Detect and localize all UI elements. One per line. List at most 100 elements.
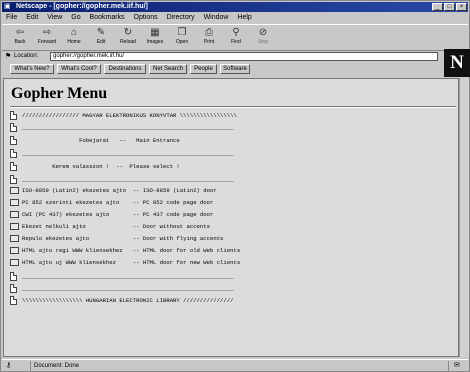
browser-window: ▣ Netscape - [gopher://gopher.mek.iif.hu…: [0, 0, 470, 372]
gopher-folder-item[interactable]: HTML ajto uj WWW kliensekhez -- HTML doo…: [10, 258, 450, 270]
gopher-item-label: CWI (PC 437) ekezetes ajto -- PC 437 cod…: [22, 211, 214, 218]
edit-button[interactable]: ✎ Edit: [89, 27, 113, 47]
bookmark-icon[interactable]: ⚑: [5, 52, 11, 60]
gopher-item-label: ________________________________________…: [22, 273, 234, 280]
directory-buttons: What's New? What's Cool? Destinations Ne…: [2, 64, 442, 76]
whats-new-button[interactable]: What's New?: [10, 64, 54, 74]
folder-icon: [10, 211, 19, 218]
menu-bookmarks[interactable]: Bookmarks: [90, 14, 125, 21]
gopher-item[interactable]: ________________________________________…: [10, 123, 450, 135]
netscape-app-icon[interactable]: ▣: [4, 3, 13, 11]
print-button[interactable]: ⎙ Print: [197, 27, 221, 47]
gopher-item[interactable]: \\\\\\\\\\\\\\\\\\ HUNGARIAN ELECTRONIC …: [10, 296, 450, 308]
software-button[interactable]: Software: [220, 64, 250, 74]
status-text: Document: Done: [34, 363, 80, 369]
gopher-item-label: \\\\\\\\\\\\\\\\\\ HUNGARIAN ELECTRONIC …: [22, 297, 234, 304]
location-label: Location:: [14, 53, 39, 59]
images-button[interactable]: ▦ Images: [143, 27, 167, 47]
forward-arrow-icon: ⇨: [42, 27, 52, 38]
location-bar: ⚑ Location: gopher://gopher.mek.iif.hu/: [2, 51, 442, 63]
status-divider: [448, 361, 449, 371]
folder-icon: [10, 235, 19, 242]
divider: [10, 106, 456, 108]
pencil-icon: ✎: [96, 27, 106, 38]
find-button[interactable]: ⚲ Find: [224, 27, 248, 47]
gopher-item-label: HTML ajto regi WWW kliensekhez -- HTML d…: [22, 247, 241, 254]
find-icon: ⚲: [232, 27, 240, 38]
back-arrow-icon: ⇦: [15, 27, 25, 38]
gopher-item[interactable]: Fobejarat -- Main Entrance: [10, 136, 450, 148]
back-button[interactable]: ⇦ Back: [8, 27, 32, 47]
gopher-item-label: ISO-8859 (Latin2) ekezetes ajto -- ISO-8…: [22, 187, 217, 194]
document-icon: [10, 272, 17, 281]
reload-button[interactable]: ↻ Reload: [116, 27, 140, 47]
net-search-button[interactable]: Net Search: [149, 64, 187, 74]
gopher-item-label: Kerem valasszon ! -- Please select !: [22, 163, 180, 170]
print-icon: ⎙: [205, 27, 213, 38]
images-icon: ▦: [150, 27, 160, 38]
vertical-scrollbar[interactable]: [459, 78, 469, 357]
menu-bar: File Edit View Go Bookmarks Options Dire…: [2, 13, 468, 23]
gopher-item-label: ________________________________________…: [22, 285, 234, 292]
close-button[interactable]: ×: [456, 3, 467, 11]
gopher-item[interactable]: ________________________________________…: [10, 149, 450, 161]
folder-icon: [10, 223, 19, 230]
gopher-folder-item[interactable]: CWI (PC 437) ekezetes ajto -- PC 437 cod…: [10, 210, 450, 222]
gopher-folder-item[interactable]: Repulo ekezetes ajto -- Door with flying…: [10, 234, 450, 246]
gopher-item-label: Fobejarat -- Main Entrance: [22, 137, 180, 144]
status-divider: [30, 361, 31, 371]
menu-view[interactable]: View: [47, 14, 62, 21]
document-icon: [10, 136, 17, 145]
document-icon: [10, 111, 17, 120]
stop-icon: ⊘: [258, 27, 268, 38]
document-icon: [10, 296, 17, 305]
gopher-folder-item[interactable]: ISO-8859 (Latin2) ekezetes ajto -- ISO-8…: [10, 186, 450, 198]
gopher-item[interactable]: ________________________________________…: [10, 272, 450, 284]
folder-icon: [10, 259, 19, 266]
menu-options[interactable]: Options: [134, 14, 158, 21]
mail-icon[interactable]: ✉: [454, 360, 460, 372]
people-button[interactable]: People: [190, 64, 217, 74]
gopher-folder-item[interactable]: Ekezet nelkuli ajto -- Door without acce…: [10, 222, 450, 234]
menu-window[interactable]: Window: [204, 14, 229, 21]
menu-directory[interactable]: Directory: [167, 14, 195, 21]
gopher-item-label: ///////////////// MAGYAR ELEKTRONIKUS KO…: [22, 112, 237, 119]
whats-cool-button[interactable]: What's Cool?: [57, 64, 101, 74]
menu-help[interactable]: Help: [237, 14, 251, 21]
netscape-logo[interactable]: N: [444, 49, 470, 77]
gopher-item-label: ________________________________________…: [22, 150, 234, 157]
menu-go[interactable]: Go: [71, 14, 80, 21]
security-key-icon[interactable]: ⚷: [6, 360, 11, 372]
document-icon: [10, 284, 17, 293]
folder-icon: [10, 199, 19, 206]
destinations-button[interactable]: Destinations: [104, 64, 146, 74]
gopher-item-label: ________________________________________…: [22, 124, 234, 131]
gopher-item-label: Ekezet nelkuli ajto -- Door without acce…: [22, 223, 210, 230]
gopher-item-label: PC 852 szerinti ekezetes ajto -- PC 852 …: [22, 199, 214, 206]
minimize-button[interactable]: _: [432, 3, 443, 11]
forward-button[interactable]: ⇨ Forward: [35, 27, 59, 47]
open-button[interactable]: ❐ Open: [170, 27, 194, 47]
open-icon: ❐: [177, 27, 187, 38]
gopher-folder-item[interactable]: HTML ajto regi WWW kliensekhez -- HTML d…: [10, 246, 450, 258]
menu-edit[interactable]: Edit: [26, 14, 38, 21]
status-bar: ⚷ Document: Done ✉: [2, 359, 468, 372]
gopher-item-label: Repulo ekezetes ajto -- Door with flying…: [22, 235, 224, 242]
document-icon: [10, 162, 17, 171]
location-input[interactable]: gopher://gopher.mek.iif.hu/: [50, 52, 438, 61]
gopher-item[interactable]: ________________________________________…: [10, 284, 450, 296]
toolbar: ⇦ Back ⇨ Forward ⌂ Home ✎ Edit ↻ Reload ▦ Imag…: [2, 24, 468, 51]
folder-icon: [10, 247, 19, 254]
menu-file[interactable]: File: [6, 14, 17, 21]
document-icon: [10, 175, 17, 184]
home-button[interactable]: ⌂ Home: [62, 27, 86, 47]
page-heading: Gopher Menu: [11, 85, 108, 102]
gopher-item[interactable]: Kerem valasszon ! -- Please select !: [10, 162, 450, 174]
gopher-item[interactable]: ///////////////// MAGYAR ELEKTRONIKUS KO…: [10, 111, 450, 123]
page-content: Gopher Menu ///////////////// MAGYAR ELE…: [3, 78, 459, 357]
gopher-folder-item[interactable]: PC 852 szerinti ekezetes ajto -- PC 852 …: [10, 198, 450, 210]
stop-button[interactable]: ⊘ Stop: [251, 27, 275, 47]
window-title: Netscape - [gopher://gopher.mek.iif.hu/]: [16, 3, 148, 10]
maximize-button[interactable]: □: [444, 3, 455, 11]
document-icon: [10, 149, 17, 158]
